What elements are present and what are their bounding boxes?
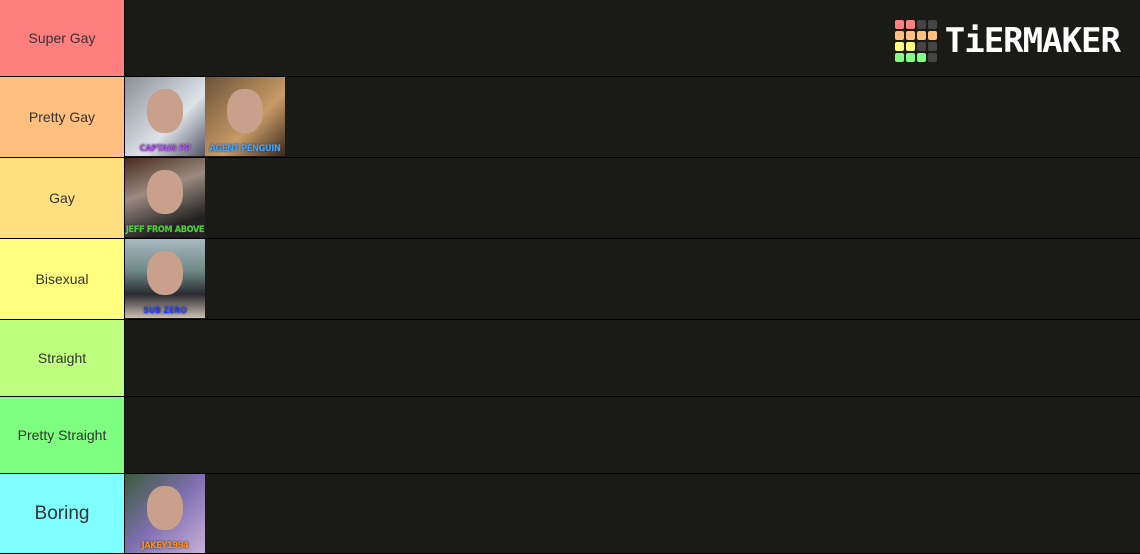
logo-square	[905, 31, 915, 40]
logo-square	[916, 42, 926, 51]
portrait	[147, 89, 183, 133]
logo-square	[894, 20, 904, 29]
tier-label[interactable]: Gay	[0, 158, 125, 238]
tier-items: SUB ZERO	[125, 239, 1140, 319]
tier-item-image[interactable]: SUB ZERO	[125, 239, 205, 318]
logo-square	[894, 42, 904, 51]
logo-square	[927, 53, 937, 62]
tiermaker-logo[interactable]: TiERMAKER	[894, 20, 1121, 62]
logo-grid-icon	[894, 20, 937, 62]
tier-row: Pretty Gay CAPTAIN PP AGENT PENGUIN	[0, 77, 1140, 158]
item-caption: JEFF FROM ABOVE	[125, 225, 205, 235]
tier-item-image[interactable]: JEFF FROM ABOVE	[125, 158, 205, 237]
tier-list: Super Gay Pretty Gay CAPTAIN PP AGENT PENGU…	[0, 0, 1140, 554]
item-caption: CAPTAIN PP	[139, 144, 191, 154]
logo-square	[905, 20, 915, 29]
logo-square	[916, 20, 926, 29]
logo-square	[894, 31, 904, 40]
tier-item-image[interactable]: JAKEY1994	[125, 474, 205, 553]
logo-square	[927, 31, 937, 40]
tier-label[interactable]: Super Gay	[0, 0, 125, 76]
item-caption: JAKEY1994	[141, 541, 189, 551]
tier-label[interactable]: Boring	[0, 474, 125, 553]
item-caption: AGENT PENGUIN	[209, 144, 281, 154]
tier-label[interactable]: Pretty Gay	[0, 77, 125, 157]
logo-square	[916, 53, 926, 62]
logo-square	[905, 42, 915, 51]
tier-item-image[interactable]: AGENT PENGUIN	[205, 77, 285, 156]
logo-square	[927, 42, 937, 51]
tier-row: Bisexual SUB ZERO	[0, 239, 1140, 320]
tier-row: Boring JAKEY1994	[0, 474, 1140, 554]
tier-row: Straight	[0, 320, 1140, 397]
tier-row: Gay JEFF FROM ABOVE	[0, 158, 1140, 239]
tier-items: JAKEY1994	[125, 474, 1140, 553]
tier-items: CAPTAIN PP AGENT PENGUIN	[125, 77, 1140, 157]
logo-text: TiERMAKER	[944, 21, 1121, 61]
portrait	[147, 170, 183, 214]
tier-label[interactable]: Pretty Straight	[0, 397, 125, 473]
tier-items: JEFF FROM ABOVE	[125, 158, 1140, 238]
logo-square	[916, 31, 926, 40]
logo-square	[927, 20, 937, 29]
tier-item-image[interactable]: CAPTAIN PP	[125, 77, 205, 156]
item-caption: SUB ZERO	[143, 306, 187, 316]
logo-square	[894, 53, 904, 62]
tier-items	[125, 320, 1140, 396]
portrait	[227, 89, 263, 133]
tier-label[interactable]: Bisexual	[0, 239, 125, 319]
portrait	[147, 486, 183, 530]
portrait	[147, 251, 183, 295]
tier-items	[125, 397, 1140, 473]
tier-row: Pretty Straight	[0, 397, 1140, 474]
logo-square	[905, 53, 915, 62]
tier-label[interactable]: Straight	[0, 320, 125, 396]
